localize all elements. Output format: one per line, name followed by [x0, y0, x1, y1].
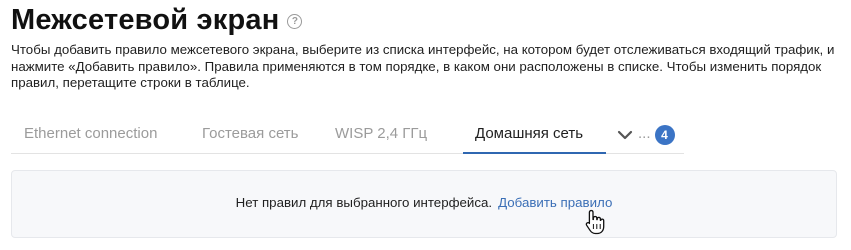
- interface-tabs: Ethernet connection Гостевая сеть WISP 2…: [11, 117, 684, 154]
- firewall-page: Межсетевой экран ? Чтобы добавить правил…: [0, 0, 851, 250]
- tab-ethernet-connection[interactable]: Ethernet connection: [24, 117, 157, 152]
- more-tabs-count-badge: 4: [654, 124, 675, 145]
- empty-state-message: Нет правил для выбранного интерфейса.: [235, 195, 493, 210]
- title-row: Межсетевой экран ?: [11, 2, 303, 38]
- rules-empty-panel: Нет правил для выбранного интерфейса. Доб…: [11, 170, 837, 238]
- page-description: Чтобы добавить правило межсетевого экран…: [11, 42, 835, 90]
- more-tabs-ellipsis: ...: [638, 124, 651, 142]
- page-title: Межсетевой экран: [11, 3, 280, 36]
- question-circle-icon[interactable]: ?: [287, 14, 303, 29]
- add-rule-link[interactable]: Добавить правило: [498, 195, 612, 210]
- chevron-down-icon: [617, 130, 633, 139]
- tab-guest-network[interactable]: Гостевая сеть: [202, 117, 298, 152]
- tab-home-network[interactable]: Домашняя сеть: [475, 117, 583, 152]
- more-tabs-toggle[interactable]: ... 4: [616, 117, 675, 152]
- empty-state: Нет правил для выбранного интерфейса. Доб…: [12, 193, 836, 213]
- tab-wisp-24ghz[interactable]: WISP 2,4 ГГц: [335, 117, 427, 152]
- active-tab-indicator: [463, 152, 606, 154]
